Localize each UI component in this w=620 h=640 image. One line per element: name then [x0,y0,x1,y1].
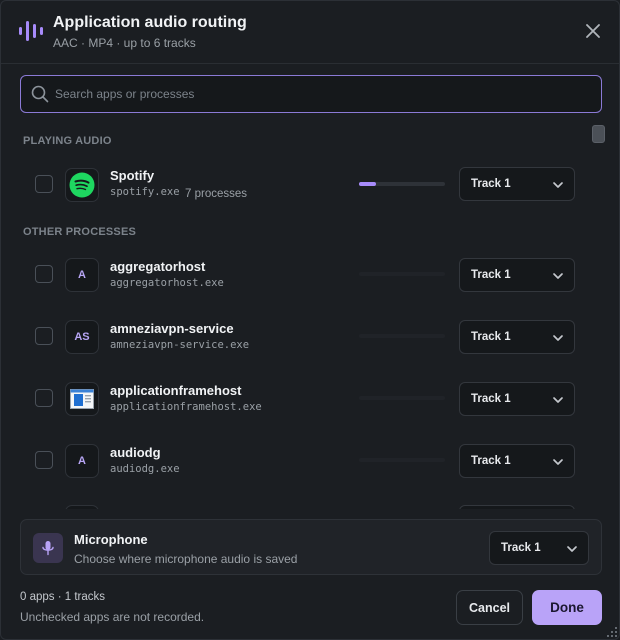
app-row-spotify[interactable]: Spotify spotify.exe 7 processes Track 1 [1,159,619,211]
microphone-icon [42,541,54,556]
app-avatar [65,505,99,509]
track-select[interactable]: Track 1 [459,320,575,354]
app-checkbox[interactable] [35,451,53,469]
selection-summary: 0 apps · 1 tracks [20,591,106,603]
app-exe: audiodg.exe [110,463,180,475]
audio-level-meter [359,182,445,186]
search-box[interactable] [20,75,602,113]
audio-level-meter [359,396,445,400]
chevron-down-icon [553,459,563,465]
track-select-label: Track 1 [471,331,511,343]
app-row-applicationframehost[interactable]: applicationframehost applicationframehos… [1,373,619,425]
audio-level-meter [359,458,445,462]
close-button[interactable] [581,19,605,43]
track-select-label: Track 1 [471,269,511,281]
app-row-partial[interactable] [1,497,619,509]
app-checkbox[interactable] [35,327,53,345]
track-select[interactable]: Track 1 [459,258,575,292]
audio-level-fill [359,182,377,186]
section-label-playing: PLAYING AUDIO [23,135,112,147]
audio-bars-icon [19,21,43,41]
resize-grip-icon[interactable] [605,625,619,639]
track-select-label: Track 1 [471,178,511,190]
app-avatar: A [65,444,99,478]
app-exe: aggregatorhost.exe [110,277,224,289]
app-avatar [65,168,99,202]
section-label-other: OTHER PROCESSES [23,226,137,238]
footer-note: Unchecked apps are not recorded. [20,610,205,624]
app-checkbox[interactable] [35,389,53,407]
app-name: amneziavpn-service [110,321,234,336]
dialog-title: Application audio routing [53,14,247,31]
track-select[interactable] [459,505,575,509]
app-exe: applicationframehost.exe [110,401,262,413]
app-name: audiodg [110,445,161,460]
app-avatar: AS [65,320,99,354]
chevron-down-icon [553,273,563,279]
search-input[interactable] [55,76,595,112]
app-checkbox[interactable] [35,265,53,283]
microphone-track-select[interactable]: Track 1 [489,531,589,565]
track-select-label: Track 1 [501,542,541,554]
header-divider [1,63,619,64]
audio-routing-dialog: Application audio routing AAC · MP4 · up… [0,0,620,640]
list-scrollbar-thumb[interactable] [592,125,605,143]
app-name: aggregatorhost [110,259,206,274]
app-row-amneziavpn-service[interactable]: AS amneziavpn-service amneziavpn-service… [1,311,619,363]
window-icon [70,389,94,409]
close-icon [586,24,600,38]
process-count: 7 processes [185,188,248,200]
microphone-panel: Microphone Choose where microphone audio… [20,519,602,575]
microphone-description: Choose where microphone audio is saved [74,552,298,566]
app-avatar [65,382,99,416]
app-checkbox[interactable] [35,175,53,193]
microphone-icon-box [33,533,63,563]
chevron-down-icon [567,546,577,552]
track-select-label: Track 1 [471,393,511,405]
app-exe: spotify.exe [110,186,180,198]
audio-level-meter [359,334,445,338]
spotify-icon [69,172,95,198]
cancel-button[interactable]: Cancel [456,590,523,625]
audio-level-meter [359,272,445,276]
app-row-aggregatorhost[interactable]: A aggregatorhost aggregatorhost.exe Trac… [1,249,619,301]
app-exe: amneziavpn-service.exe [110,339,250,351]
dialog-subtitle: AAC · MP4 · up to 6 tracks [53,36,196,50]
track-select[interactable]: Track 1 [459,444,575,478]
app-name: Spotify [110,168,155,183]
chevron-down-icon [553,182,563,188]
track-select[interactable]: Track 1 [459,167,575,201]
track-select[interactable]: Track 1 [459,382,575,416]
microphone-title: Microphone [74,532,148,547]
app-avatar: A [65,258,99,292]
track-select-label: Track 1 [471,455,511,467]
done-button[interactable]: Done [532,590,602,625]
dialog-header: Application audio routing AAC · MP4 · up… [1,1,619,63]
app-name: applicationframehost [110,383,242,398]
chevron-down-icon [553,397,563,403]
search-icon [31,85,49,103]
app-row-audiodg[interactable]: A audiodg audiodg.exe Track 1 [1,435,619,487]
chevron-down-icon [553,335,563,341]
app-list[interactable]: PLAYING AUDIO Spotify spotify.exe 7 proc… [1,123,619,509]
